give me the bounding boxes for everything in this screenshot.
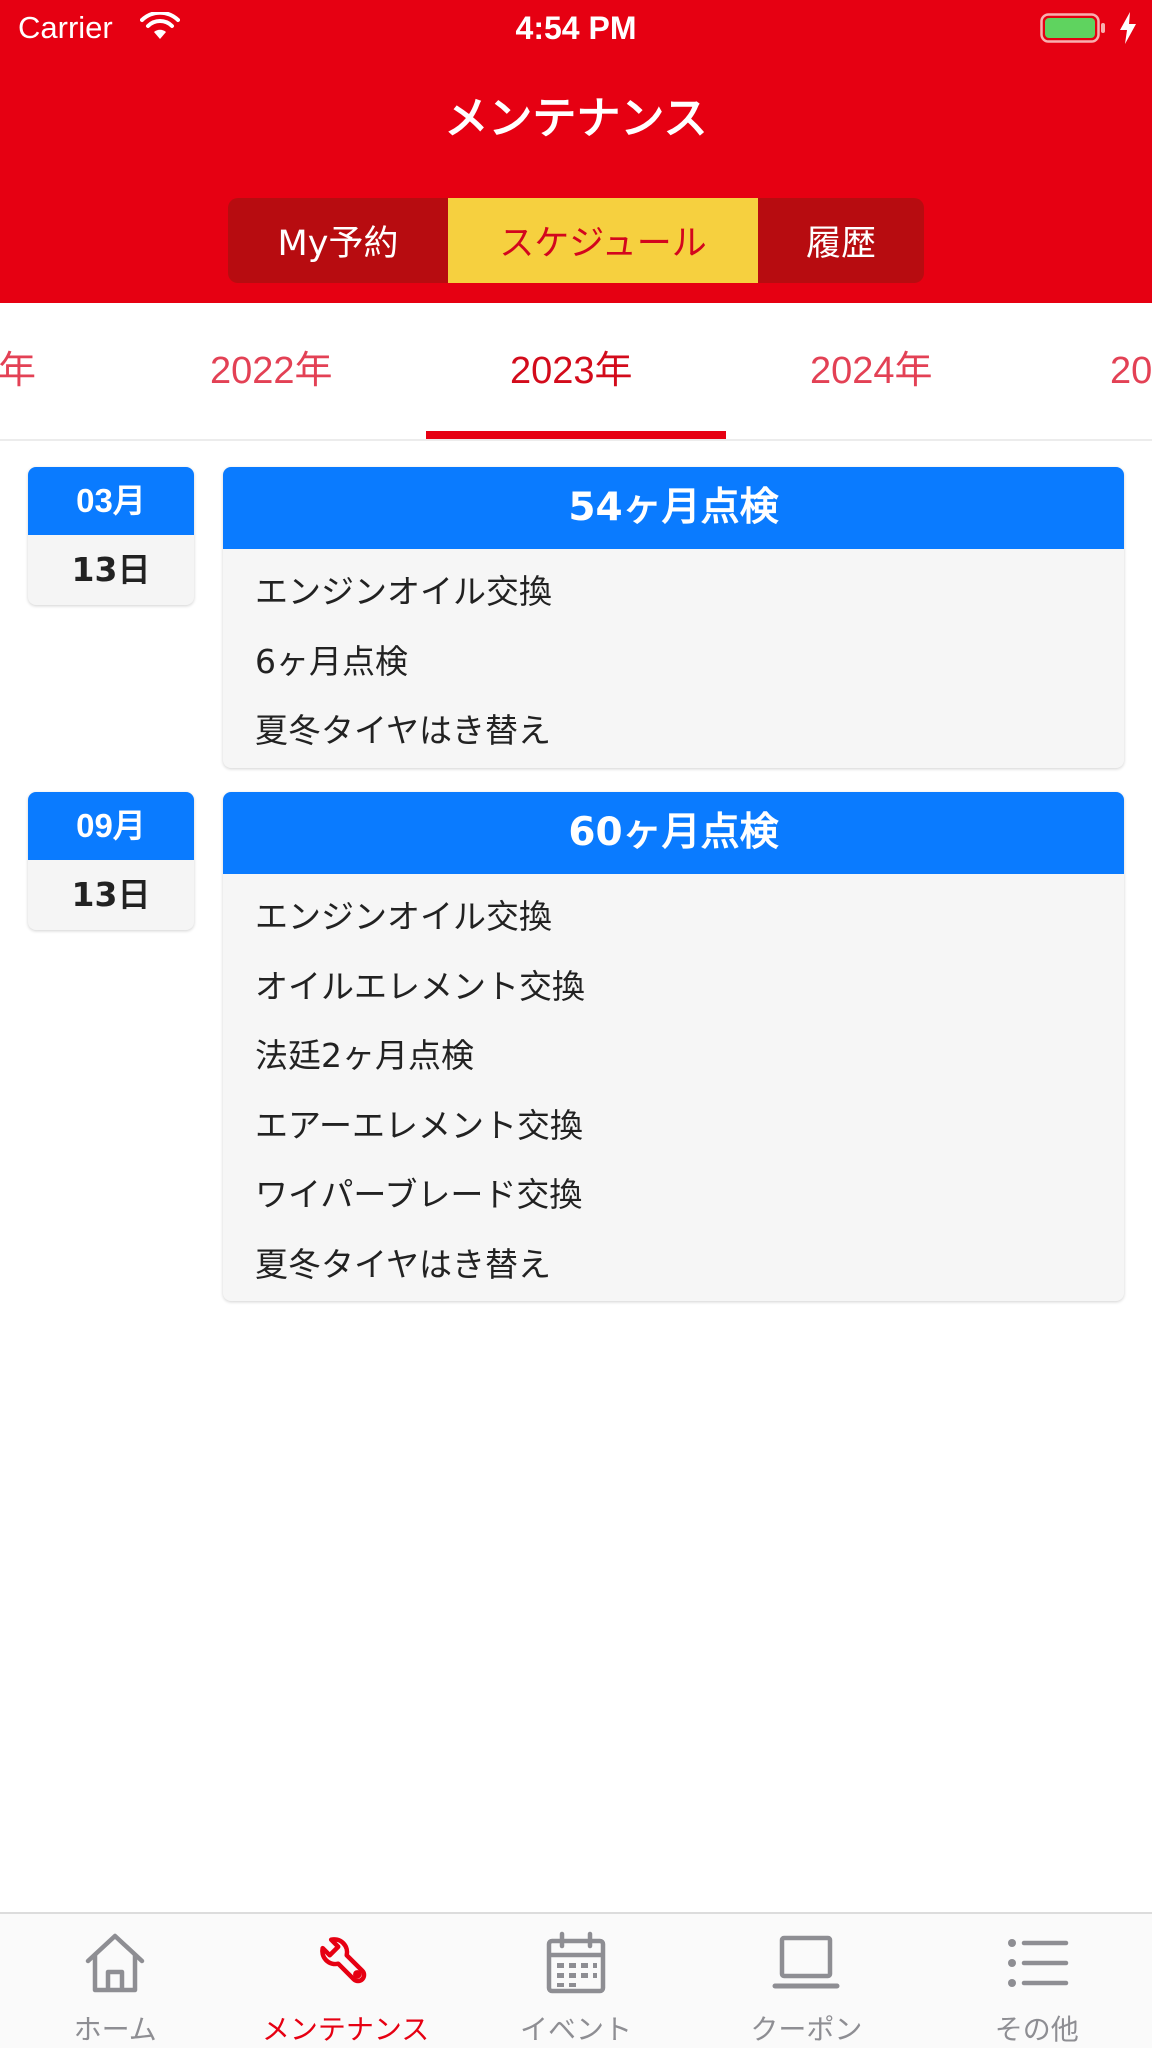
date-month: 09月 <box>28 792 194 860</box>
wrench-icon <box>319 1937 366 1984</box>
maintenance-item-list: エンジンオイル交換 6ヶ月点検 夏冬タイヤはき替え <box>223 549 1124 768</box>
year-tab-2022[interactable]: 2022年 <box>210 303 333 439</box>
maintenance-card[interactable]: 60ヶ月点検 エンジンオイル交換 オイルエレメント交換 法廷2ヶ月点検 エアーエ… <box>223 792 1124 1301</box>
maintenance-card[interactable]: 54ヶ月点検 エンジンオイル交換 6ヶ月点検 夏冬タイヤはき替え <box>223 467 1124 768</box>
date-badge: 09月 13日 <box>28 792 194 930</box>
bottom-tab-bar: ホーム メンテナンス イベント クーポン その他 <box>0 1912 1152 2048</box>
tab-maintenance[interactable]: メンテナンス <box>230 1914 460 2048</box>
page-title: メンテナンス <box>444 93 708 144</box>
date-day: 13日 <box>71 550 151 589</box>
date-day: 13日 <box>71 875 151 914</box>
tab-label: クーポン <box>750 2013 863 2046</box>
maintenance-item: 夏冬タイヤはき替え <box>255 711 552 750</box>
list-icon <box>1007 1939 1068 1987</box>
app-header: Carrier 4:54 PM メンテナンス My予約 スケジュール 履歴 <box>0 0 1152 303</box>
maintenance-card-title: 60ヶ月点検 <box>223 792 1124 874</box>
maintenance-item: エンジンオイル交換 <box>255 897 552 936</box>
maintenance-item: 夏冬タイヤはき替え <box>255 1244 552 1284</box>
home-icon <box>85 1933 145 1993</box>
year-tab-next[interactable]: 20 <box>1110 303 1152 439</box>
year-tab-indicator <box>426 431 726 439</box>
year-tab-2024[interactable]: 2024年 <box>810 303 933 439</box>
tab-coupon[interactable]: クーポン <box>691 1914 921 2048</box>
segment-my-reservation[interactable]: My予約 <box>228 198 448 283</box>
maintenance-item: 6ヶ月点検 <box>255 641 408 681</box>
tab-other[interactable]: その他 <box>922 1914 1152 2048</box>
maintenance-item-list: エンジンオイル交換 オイルエレメント交換 法廷2ヶ月点検 エアーエレメント交換 … <box>223 874 1124 1301</box>
year-tab-2023[interactable]: 2023年 <box>510 303 633 439</box>
laptop-icon <box>772 1935 840 1989</box>
tab-label: イベント <box>519 2013 632 2046</box>
maintenance-item: ワイパーブレード交換 <box>255 1175 583 1214</box>
maintenance-card-title: 54ヶ月点検 <box>223 467 1124 549</box>
date-month: 03月 <box>28 467 194 535</box>
year-tab-previous[interactable]: 年 <box>0 303 36 439</box>
tab-label: ホーム <box>73 2013 157 2046</box>
battery-icon <box>1040 13 1105 43</box>
segment-schedule[interactable]: スケジュール <box>448 198 758 283</box>
status-time: 4:54 PM <box>515 10 637 46</box>
maintenance-item: オイルエレメント交換 <box>255 966 585 1006</box>
charging-bolt-icon <box>1120 12 1136 44</box>
tab-label: メンテナンス <box>261 2013 430 2046</box>
tab-event[interactable]: イベント <box>461 1914 691 2048</box>
maintenance-item: エンジンオイル交換 <box>255 572 552 611</box>
maintenance-item: 法廷2ヶ月点検 <box>255 1036 474 1075</box>
date-badge: 03月 13日 <box>28 467 194 605</box>
tab-home[interactable]: ホーム <box>0 1914 230 2048</box>
calendar-icon <box>546 1931 606 1994</box>
status-bar: Carrier 4:54 PM <box>0 0 1152 58</box>
maintenance-item: エアーエレメント交換 <box>255 1105 584 1145</box>
year-tab-bar: 年 2022年 2023年 2024年 20 <box>0 303 1152 441</box>
segment-history[interactable]: 履歴 <box>758 198 924 283</box>
tab-label: その他 <box>994 2013 1079 2046</box>
segmented-control: My予約 スケジュール 履歴 <box>228 198 924 283</box>
